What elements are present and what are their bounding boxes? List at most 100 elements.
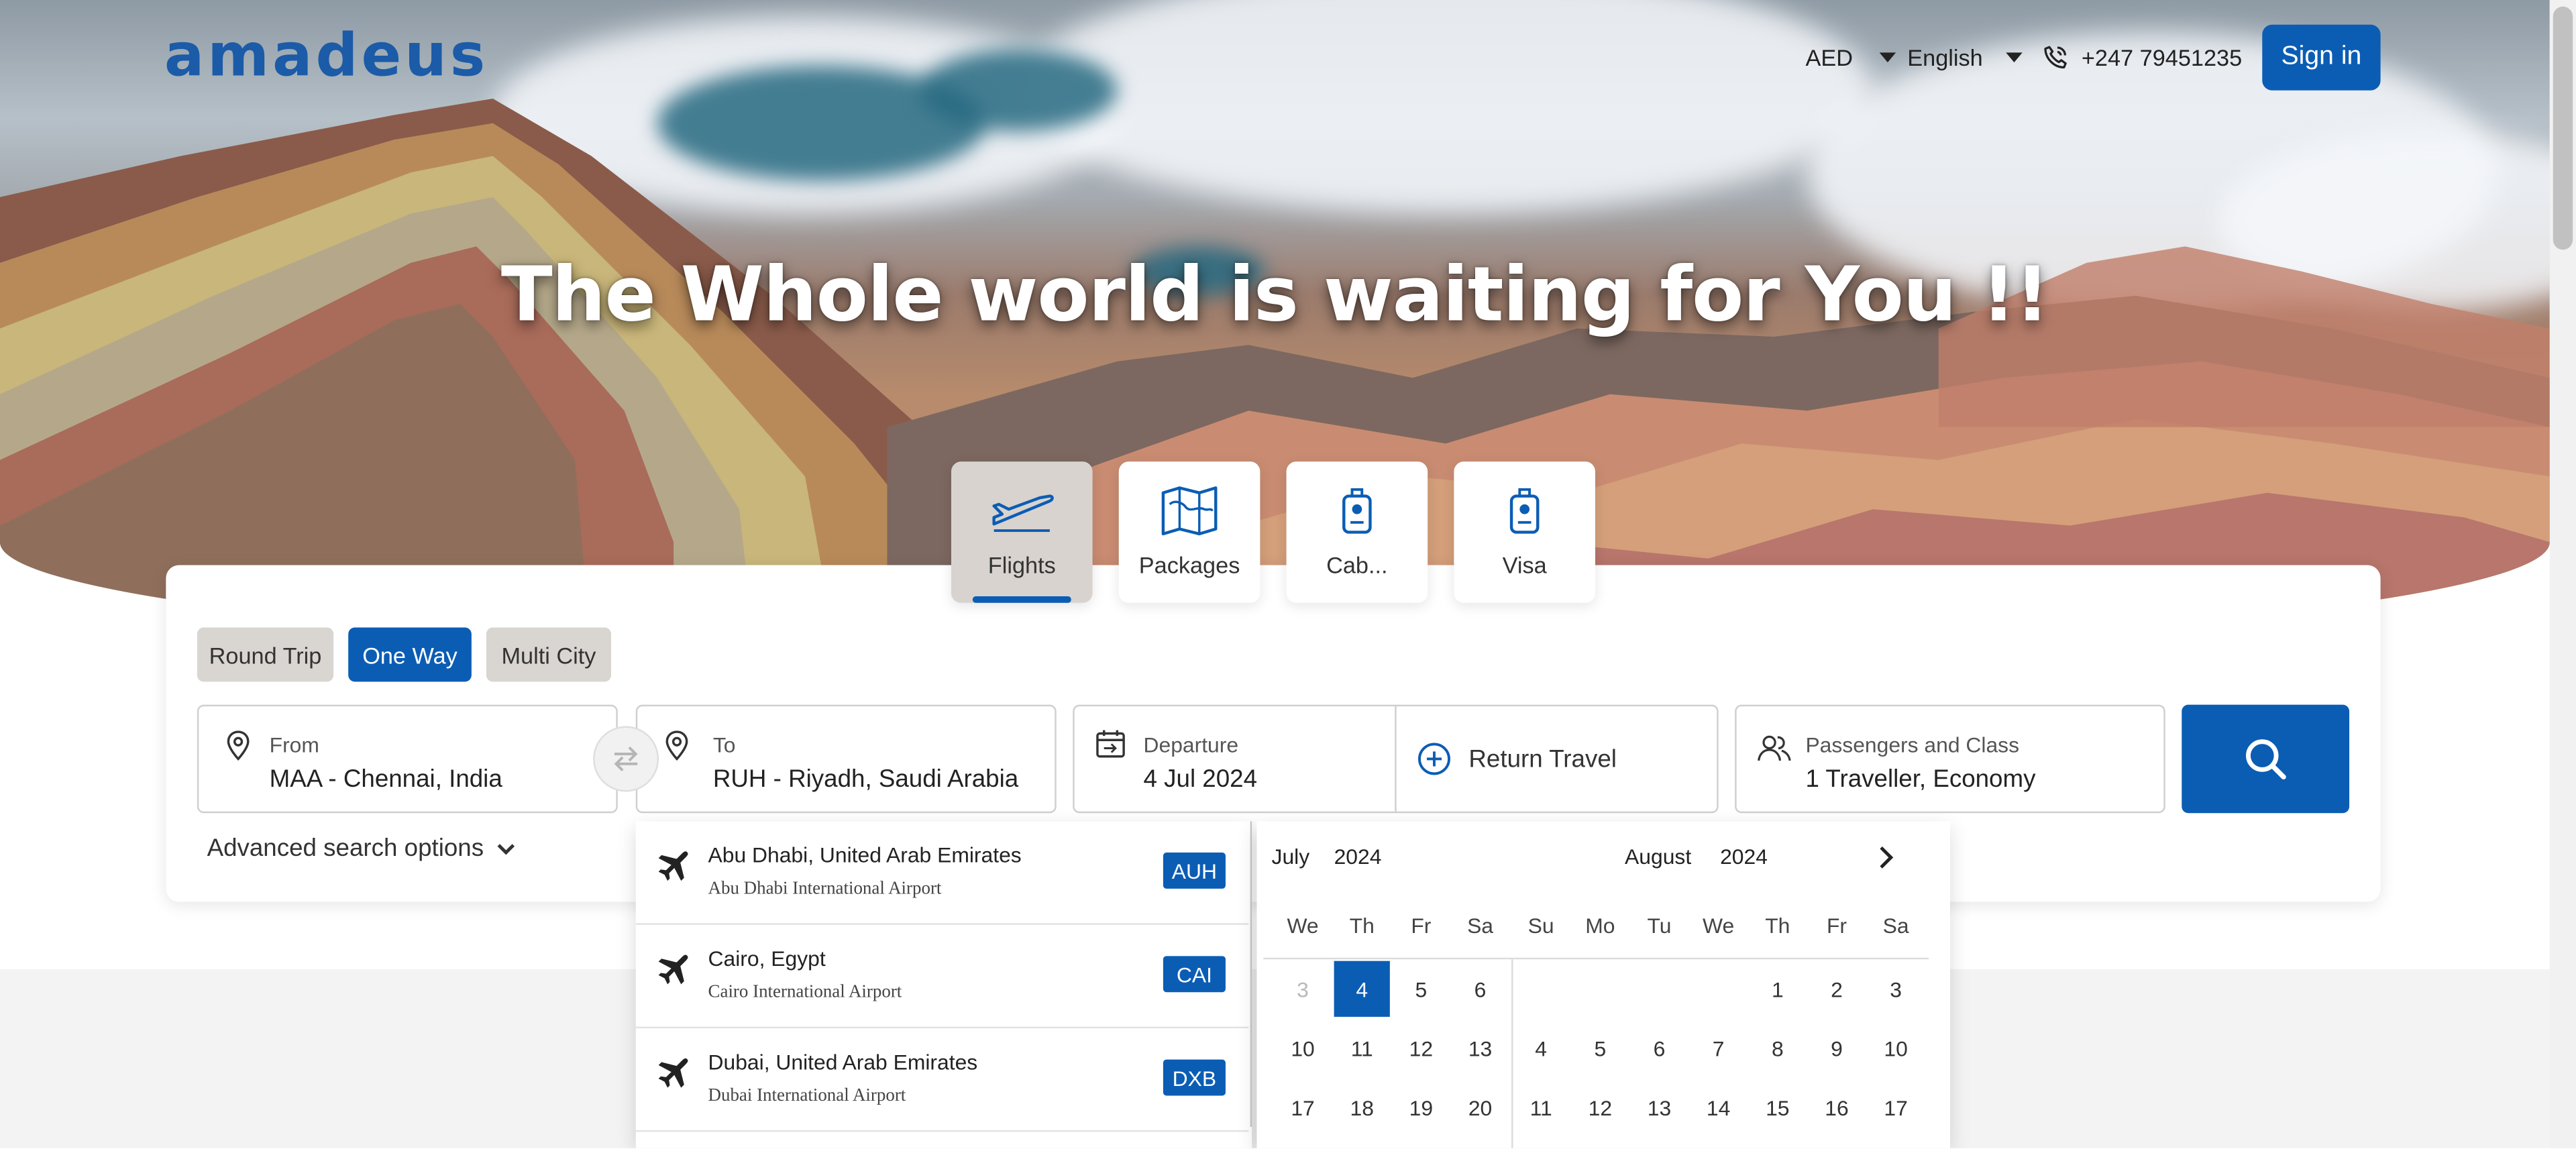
sign-in-button[interactable]: Sign in xyxy=(2262,24,2381,91)
suggestion-airport: Cairo International Airport xyxy=(708,982,902,1002)
weekday-label: Fr xyxy=(1826,913,1847,938)
page: The Whole world is waiting for You !! am… xyxy=(0,0,2576,1148)
calendar-day[interactable]: 19 xyxy=(1393,1079,1449,1135)
language-selector[interactable]: English xyxy=(1907,40,2023,76)
tab-visa-label: Visa xyxy=(1502,551,1547,579)
left-month-label: July xyxy=(1271,844,1310,869)
suggestion-airport: Dubai International Airport xyxy=(708,1085,906,1106)
calendar-day[interactable]: 7 xyxy=(1690,1020,1746,1076)
calendar-month-divider xyxy=(1511,959,1513,1148)
left-year-label: 2024 xyxy=(1334,844,1382,869)
passengers-value: 1 Traveller, Economy xyxy=(1805,765,2036,794)
advanced-search-toggle[interactable]: Advanced search options xyxy=(207,834,517,863)
calendar-day[interactable]: 6 xyxy=(1452,961,1508,1017)
from-field[interactable]: From MAA - Chennai, India xyxy=(197,704,618,814)
tab-cab-label: Cab... xyxy=(1326,551,1388,579)
calendar-day[interactable]: 9 xyxy=(1809,1020,1864,1076)
airport-suggestion-item[interactable]: Dubai, United Arab Emirates Dubai Intern… xyxy=(635,1028,1249,1132)
calendar-day[interactable]: 16 xyxy=(1809,1079,1864,1135)
return-travel-button[interactable]: Return Travel xyxy=(1397,706,1719,812)
airplane-icon xyxy=(658,851,688,881)
suggestion-airport: Abu Dhabi International Airport xyxy=(708,879,942,899)
chevron-down-icon xyxy=(498,843,516,855)
weekday-label: Mo xyxy=(1585,913,1615,938)
swap-arrows-icon xyxy=(614,746,638,771)
luggage-icon xyxy=(1509,488,1540,534)
one-way-button[interactable]: One Way xyxy=(348,627,472,682)
calendar-day[interactable]: 18 xyxy=(1334,1079,1390,1135)
calendar-day[interactable]: 11 xyxy=(1513,1079,1569,1135)
page-scrollbar-thumb[interactable] xyxy=(2553,6,2573,250)
calendar-day[interactable]: 10 xyxy=(1275,1020,1330,1076)
tab-cab[interactable]: Cab... xyxy=(1286,461,1428,603)
calendar-day[interactable]: 12 xyxy=(1572,1079,1628,1135)
search-icon xyxy=(2246,739,2286,780)
suggestion-city: Abu Dhabi, United Arab Emirates xyxy=(708,842,1022,868)
calendar-day: 3 xyxy=(1297,976,1309,1001)
date-field: Departure 4 Jul 2024 Return Travel xyxy=(1073,704,1719,814)
calendar-day[interactable]: 2 xyxy=(1809,961,1864,1017)
calendar-day[interactable]: 12 xyxy=(1393,1020,1449,1076)
next-month-arrow-icon[interactable] xyxy=(1874,844,1897,871)
calendar-day[interactable]: 20 xyxy=(1452,1079,1508,1135)
calendar-day[interactable]: 1 xyxy=(1750,961,1805,1017)
chevron-down-icon xyxy=(1879,52,1896,63)
weekday-label: Tu xyxy=(1647,913,1672,938)
to-field[interactable]: To RUH - Riyadh, Saudi Arabia xyxy=(635,704,1057,814)
calendar-day[interactable]: 13 xyxy=(1631,1079,1687,1135)
round-trip-button[interactable]: Round Trip xyxy=(197,627,334,682)
dropdown-scrollbar[interactable] xyxy=(1250,821,1252,1128)
advanced-search-label: Advanced search options xyxy=(207,834,484,863)
airport-code-badge: CAI xyxy=(1163,956,1226,993)
calendar-day[interactable]: 17 xyxy=(1868,1079,1924,1135)
search-button[interactable] xyxy=(2182,704,2350,814)
calendar-day[interactable]: 11 xyxy=(1334,1020,1390,1076)
right-month-label: August xyxy=(1625,844,1692,869)
passengers-field[interactable]: Passengers and Class 1 Traveller, Econom… xyxy=(1735,704,2165,814)
airport-suggestion-item[interactable]: Abu Dhabi, United Arab Emirates Abu Dhab… xyxy=(635,822,1249,925)
hero-banner: The Whole world is waiting for You !! xyxy=(0,0,2550,657)
tab-packages-label: Packages xyxy=(1138,551,1240,579)
departure-value: 4 Jul 2024 xyxy=(1143,765,1258,794)
airport-code-badge: DXB xyxy=(1163,1059,1226,1096)
multi-city-button[interactable]: Multi City xyxy=(486,627,612,682)
weekday-label: We xyxy=(1287,913,1319,938)
airport-suggestion-item[interactable]: Cairo, Egypt Cairo International Airport… xyxy=(635,925,1249,1029)
weekday-label: We xyxy=(1703,913,1735,938)
calendar-day[interactable]: 14 xyxy=(1690,1079,1746,1135)
add-circle-icon xyxy=(1417,743,1450,775)
calendar-day[interactable]: 6 xyxy=(1631,1020,1687,1076)
calendar-day[interactable]: 4 xyxy=(1513,1020,1569,1076)
return-travel-label: Return Travel xyxy=(1468,745,1617,773)
calendar-day[interactable]: 3 xyxy=(1868,961,1924,1017)
calendar-day[interactable]: 10 xyxy=(1868,1020,1924,1076)
departure-field[interactable]: Departure 4 Jul 2024 xyxy=(1075,706,1397,812)
weekday-label: Su xyxy=(1527,913,1554,938)
calendar-day-selected[interactable]: 4 xyxy=(1334,961,1390,1017)
tab-flights[interactable]: Flights xyxy=(951,461,1093,603)
calendar-divider xyxy=(1263,957,1929,960)
weekday-label: Fr xyxy=(1411,913,1432,938)
phone-contact[interactable]: +247 79451235 xyxy=(2042,40,2242,76)
phone-icon xyxy=(2044,46,2067,69)
to-value: RUH - Riyadh, Saudi Arabia xyxy=(712,765,1019,794)
tab-packages[interactable]: Packages xyxy=(1118,461,1260,603)
swap-locations-button[interactable] xyxy=(593,726,659,792)
airplane-icon xyxy=(992,494,1054,532)
currency-selector[interactable]: AED xyxy=(1805,40,1896,76)
departure-label: Departure xyxy=(1143,732,1239,757)
calendar-day[interactable]: 17 xyxy=(1275,1079,1330,1135)
location-pin-icon xyxy=(227,730,250,761)
calendar-day[interactable]: 5 xyxy=(1572,1020,1628,1076)
tab-visa[interactable]: Visa xyxy=(1454,461,1595,603)
right-year-label: 2024 xyxy=(1720,844,1768,869)
to-label: To xyxy=(712,732,736,757)
calendar-day[interactable]: 15 xyxy=(1750,1079,1805,1135)
hero-title: The Whole world is waiting for You !! xyxy=(500,250,2049,339)
amadeus-logo[interactable]: amadeus xyxy=(164,23,488,90)
calendar-day[interactable]: 8 xyxy=(1750,1020,1805,1076)
weekday-label: Sa xyxy=(1467,913,1494,938)
airplane-icon xyxy=(658,954,688,985)
calendar-day[interactable]: 5 xyxy=(1393,961,1449,1017)
calendar-day[interactable]: 13 xyxy=(1452,1020,1508,1076)
